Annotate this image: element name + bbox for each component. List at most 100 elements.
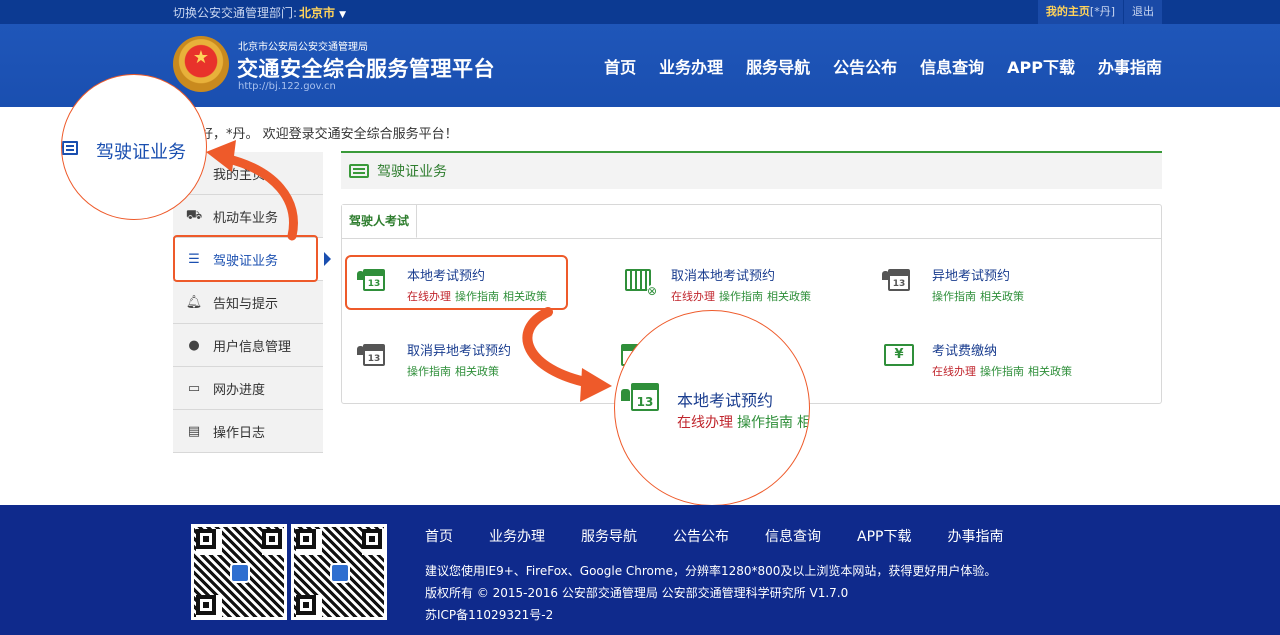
bell-icon: 🔔︎	[185, 294, 203, 310]
qr-code-icon	[191, 524, 287, 620]
online-handle-link[interactable]: 在线办理	[932, 365, 976, 378]
current-city[interactable]: 北京市	[299, 6, 335, 20]
sidebar-item-vehicle[interactable]: ⛟ 机动车业务	[173, 195, 323, 238]
guide-link[interactable]: 操作指南	[455, 290, 499, 303]
service-cancel-remote-exam[interactable]: 13 取消异地考试预约 操作指南 相关政策	[357, 340, 511, 379]
police-emblem-icon: ★	[173, 36, 229, 92]
nav-business[interactable]: 业务办理	[659, 54, 723, 78]
service-title[interactable]: 异地考试预约	[932, 265, 1028, 284]
zoom-more-link: 相	[797, 415, 810, 431]
sidebar-item-label: 用户信息管理	[213, 339, 292, 355]
zoom-callout-service: 13 本地考试预约 在线办理 操作指南相	[614, 310, 810, 506]
calendar-13-icon: 13	[882, 267, 916, 293]
service-title[interactable]: 考试费缴纳	[932, 340, 1076, 359]
policy-link[interactable]: 相关政策	[455, 365, 499, 378]
guide-link[interactable]: 操作指南	[932, 290, 976, 303]
truck-icon: ⛟	[185, 207, 203, 223]
user-icon: ●	[188, 337, 200, 353]
calendar-13-icon: 13	[357, 267, 391, 293]
zoom-callout-sidebar: 驾驶证业务	[61, 74, 207, 220]
sidebar-item-label: 操作日志	[213, 425, 266, 441]
progress-icon: ▭	[187, 380, 201, 396]
policy-link[interactable]: 相关政策	[503, 290, 547, 303]
copyright: 版权所有 © 2015-2016 公安部交通管理局 公安部交通管理科学研究所 V…	[425, 586, 849, 600]
online-handle-link[interactable]: 在线办理	[671, 290, 715, 303]
nav-announcements[interactable]: 公告公布	[833, 54, 897, 78]
policy-link[interactable]: 相关政策	[1028, 365, 1072, 378]
footer-nav-info-query[interactable]: 信息查询	[765, 526, 821, 546]
section-title: 驾驶证业务	[377, 164, 447, 180]
browser-note: 建议您使用IE9+、FireFox、Google Chrome，分辨率1280*…	[425, 564, 997, 578]
main-nav: 首页 业务办理 服务导航 公告公布 信息查询 APP下载 办事指南	[581, 54, 1162, 78]
guide-link[interactable]: 操作指南	[980, 365, 1024, 378]
footer-nav: 首页 业务办理 服务导航 公告公布 信息查询 APP下载 办事指南	[425, 526, 1039, 546]
caret-down-icon[interactable]: ▼	[339, 10, 346, 20]
calendar-cancel-icon	[621, 267, 657, 297]
footer-nav-app-download[interactable]: APP下载	[857, 526, 911, 546]
nav-guide[interactable]: 办事指南	[1098, 54, 1162, 78]
service-exam-fee-payment[interactable]: ¥ 考试费缴纳 在线办理 操作指南 相关政策	[882, 340, 1076, 379]
my-home-label[interactable]: 我的主页	[1046, 5, 1090, 18]
tab-divider	[342, 238, 1161, 239]
policy-link[interactable]: 相关政策	[980, 290, 1024, 303]
nav-home[interactable]: 首页	[604, 54, 636, 78]
nav-app-download[interactable]: APP下载	[1007, 54, 1075, 78]
guide-link[interactable]: 操作指南	[407, 365, 451, 378]
list-icon: ☰	[188, 251, 200, 267]
sidebar-item-notices[interactable]: 🔔︎ 告知与提示	[173, 281, 323, 324]
sidebar-item-label: 告知与提示	[213, 296, 279, 312]
department-switcher[interactable]: 切换公安交通管理部门: 北京市 ▼	[173, 4, 346, 21]
active-pointer	[324, 252, 331, 266]
zoom-service-title: 本地考试预约	[677, 391, 774, 410]
service-title[interactable]: 取消本地考试预约	[671, 265, 815, 284]
logout-link[interactable]: 退出	[1123, 0, 1162, 24]
footer-nav-service-guide[interactable]: 服务导航	[581, 526, 637, 546]
service-cancel-local-exam[interactable]: 取消本地考试预约 在线办理操作指南相关政策	[621, 265, 815, 304]
sidebar-item-label: 网办进度	[213, 382, 266, 398]
site-header: ★ 北京市公安局公安交通管理局 交通安全综合服务管理平台 http://bj.1…	[0, 24, 1280, 107]
sidebar: ⌂我的主页 ⛟机动车业务 ☰驾驶证业务 🔔︎告知与提示 ●用户信息管理 ▭网办进…	[173, 152, 331, 453]
nav-info-query[interactable]: 信息查询	[920, 54, 984, 78]
footer-nav-business[interactable]: 业务办理	[489, 526, 545, 546]
service-title[interactable]: 本地考试预约	[407, 265, 551, 284]
qr-code-icon	[291, 524, 387, 620]
service-local-exam-booking[interactable]: 13 本地考试预约 在线办理 操作指南 相关政策	[357, 265, 551, 304]
calendar-13-icon: 13	[357, 342, 391, 368]
sidebar-item-label: 驾驶证业务	[213, 253, 279, 269]
yen-payment-icon: ¥	[882, 342, 916, 368]
sidebar-item-log[interactable]: ▤ 操作日志	[173, 410, 323, 453]
footer-nav-home[interactable]: 首页	[425, 526, 453, 546]
top-strip: 切换公安交通管理部门: 北京市 ▼ 我的主页[*丹] 退出	[0, 0, 1280, 24]
policy-link[interactable]: 相关政策	[767, 290, 811, 303]
footer-nav-guide[interactable]: 办事指南	[947, 526, 1003, 546]
section-header: 驾驶证业务	[341, 151, 1162, 189]
footer-nav-announcements[interactable]: 公告公布	[673, 526, 729, 546]
log-icon: ▤	[187, 423, 201, 439]
sidebar-item-label: 我的主页	[213, 167, 266, 183]
sidebar-item-license[interactable]: ☰ 驾驶证业务	[173, 238, 331, 281]
sidebar-item-progress[interactable]: ▭ 网办进度	[173, 367, 323, 410]
list-icon	[62, 141, 78, 155]
online-handle-link[interactable]: 在线办理	[407, 290, 451, 303]
list-icon	[349, 164, 369, 178]
zoom-label: 驾驶证业务	[96, 142, 186, 163]
service-remote-exam-booking[interactable]: 13 异地考试预约 操作指南 相关政策	[882, 265, 1028, 304]
organization-name: 北京市公安局公安交通管理局	[238, 42, 368, 53]
my-home-link[interactable]: 我的主页[*丹]	[1036, 0, 1123, 24]
icp-number[interactable]: 苏ICP备11029321号-2	[425, 606, 553, 623]
sidebar-item-label: 机动车业务	[213, 210, 279, 226]
zoom-online-link: 在线办理	[677, 415, 733, 431]
sidebar-item-user-info[interactable]: ● 用户信息管理	[173, 324, 323, 367]
site-url: http://bj.122.gov.cn	[238, 81, 336, 92]
tab-driver-exam[interactable]: 驾驶人考试	[342, 205, 418, 238]
nav-service-guide[interactable]: 服务导航	[746, 54, 810, 78]
site-footer: 首页 业务办理 服务导航 公告公布 信息查询 APP下载 办事指南 建议您使用I…	[0, 505, 1280, 635]
calendar-13-icon: 13	[621, 383, 665, 413]
zoom-guide-link: 操作指南	[737, 415, 793, 431]
user-name: [*丹]	[1089, 5, 1115, 18]
service-title[interactable]: 取消异地考试预约	[407, 340, 511, 359]
guide-link[interactable]: 操作指南	[719, 290, 763, 303]
welcome-message: 好，*丹。 欢迎登录交通安全综合服务平台！	[200, 127, 458, 142]
department-label: 切换公安交通管理部门:	[173, 6, 298, 20]
site-title[interactable]: 交通安全综合服务管理平台	[237, 53, 495, 83]
